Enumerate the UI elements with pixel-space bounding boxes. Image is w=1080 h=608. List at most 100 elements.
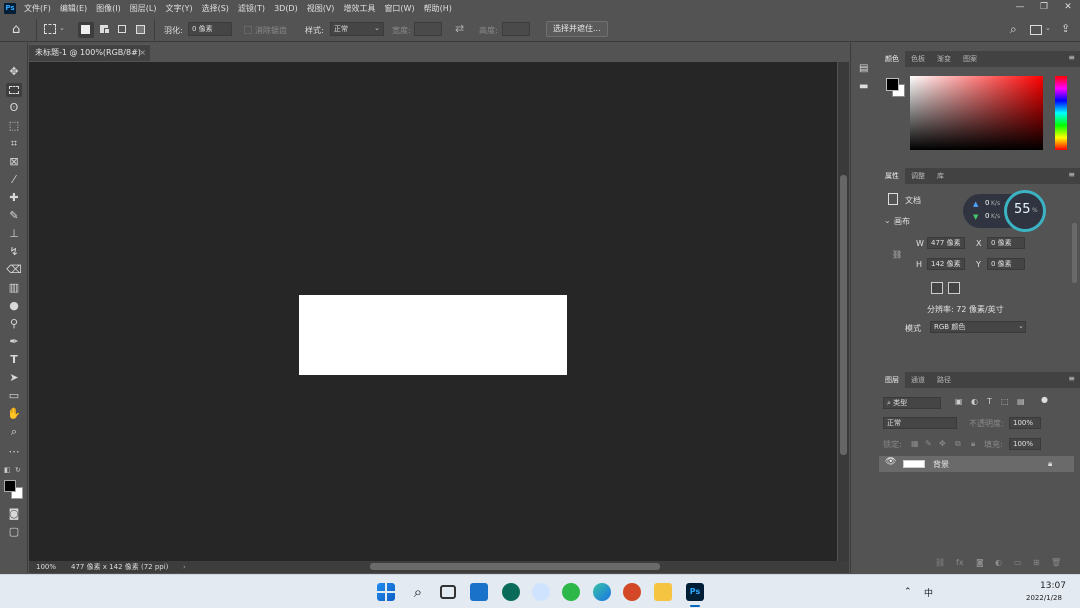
filter-toggle-icon[interactable]: ●: [1041, 395, 1048, 404]
foreground-color-swatch[interactable]: [886, 78, 899, 91]
type-tool-icon[interactable]: T: [6, 353, 22, 367]
share-icon[interactable]: ⇪: [1061, 22, 1070, 35]
search-icon[interactable]: ⌕: [409, 583, 427, 601]
close-tab-icon[interactable]: ×: [139, 45, 146, 61]
tab-color[interactable]: 颜色: [879, 51, 905, 67]
panel-menu-icon[interactable]: ≡: [1068, 170, 1075, 179]
document-tab[interactable]: 未标题-1 @ 100%(RGB/8#) ×: [29, 44, 150, 61]
swap-colors-icon[interactable]: ↻: [15, 466, 21, 474]
brush-tool-icon[interactable]: ✎: [6, 209, 22, 223]
workspace-icon[interactable]: [1030, 25, 1042, 35]
subtract-selection-icon[interactable]: [118, 25, 126, 33]
tab-gradients[interactable]: 渐变: [931, 51, 957, 67]
clock-time[interactable]: 13:07: [1040, 581, 1066, 591]
tab-adjustments[interactable]: 调整: [905, 168, 931, 184]
lock-position-icon[interactable]: ✥: [939, 439, 946, 448]
filter-adjustment-icon[interactable]: ◐: [971, 397, 978, 406]
minimize-icon[interactable]: —: [1008, 0, 1032, 17]
select-and-mask-button[interactable]: 选择并遮住...: [546, 21, 608, 37]
add-mask-icon[interactable]: ◙: [976, 558, 984, 567]
dodge-tool-icon[interactable]: ⚲: [6, 317, 22, 331]
menu-layer[interactable]: 图层(L): [130, 3, 157, 14]
filter-shape-icon[interactable]: ⬚: [1001, 397, 1009, 406]
gradient-tool-icon[interactable]: ▥: [6, 281, 22, 295]
width-input[interactable]: [414, 22, 442, 36]
filter-pixel-icon[interactable]: ▣: [955, 397, 963, 406]
chevron-right-icon[interactable]: ›: [183, 561, 186, 573]
delete-layer-icon[interactable]: 🗑︎: [1051, 558, 1061, 567]
pen-tool-icon[interactable]: ✒: [6, 335, 22, 349]
link-icon[interactable]: ⛓: [892, 250, 902, 259]
fx-icon[interactable]: fx: [956, 558, 964, 567]
vertical-scrollbar-thumb[interactable]: [840, 175, 847, 455]
link-layers-icon[interactable]: ⛓: [935, 558, 945, 567]
filter-type-icon[interactable]: T: [987, 397, 992, 406]
layer-name[interactable]: 背景: [933, 459, 949, 470]
object-selection-tool-icon[interactable]: ⬚: [6, 119, 22, 133]
hue-slider[interactable]: [1055, 76, 1067, 150]
comments-panel-icon[interactable]: ▬: [859, 81, 868, 92]
properties-scrollbar[interactable]: [1072, 223, 1077, 283]
portrait-orientation-icon[interactable]: [931, 282, 943, 294]
tab-paths[interactable]: 路径: [931, 372, 957, 388]
menu-type[interactable]: 文字(Y): [165, 3, 192, 14]
menu-filter[interactable]: 滤镜(T): [238, 3, 265, 14]
app-icon-teal[interactable]: [502, 583, 520, 601]
antialias-checkbox[interactable]: [244, 26, 252, 34]
opacity-input[interactable]: 100%: [1009, 417, 1041, 429]
lock-pixels-icon[interactable]: ▦: [911, 439, 919, 448]
chevron-down-icon[interactable]: ⌄: [884, 216, 891, 225]
lock-icon[interactable]: 🔒︎: [1048, 459, 1052, 469]
layer-row[interactable]: 👁︎ 背景 🔒︎: [879, 456, 1074, 472]
memory-gauge[interactable]: 55 %: [1004, 190, 1046, 232]
x-input[interactable]: 0 像素: [987, 237, 1025, 249]
landscape-orientation-icon[interactable]: [948, 282, 960, 294]
close-icon[interactable]: ✕: [1056, 0, 1080, 17]
y-input[interactable]: 0 像素: [987, 258, 1025, 270]
more-tools-icon[interactable]: ⋯: [6, 445, 22, 459]
new-layer-icon[interactable]: ⊞: [1033, 558, 1040, 567]
home-icon[interactable]: ⌂: [12, 22, 20, 37]
panel-menu-icon[interactable]: ≡: [1068, 53, 1075, 62]
chevron-down-icon[interactable]: ⌄: [1045, 24, 1051, 32]
canvas[interactable]: [299, 295, 567, 375]
horizontal-scrollbar-thumb[interactable]: [370, 563, 660, 570]
healing-brush-tool-icon[interactable]: ✚: [6, 191, 22, 205]
feather-input[interactable]: 0 像素: [188, 22, 232, 36]
powerpoint-icon[interactable]: [623, 583, 641, 601]
lock-paint-icon[interactable]: ✎: [925, 439, 932, 448]
menu-view[interactable]: 视图(V): [307, 3, 335, 14]
tab-channels[interactable]: 通道: [905, 372, 931, 388]
lock-all-icon[interactable]: 🔒︎: [971, 439, 975, 449]
edge-icon[interactable]: [593, 583, 611, 601]
screen-mode-icon[interactable]: ▢: [6, 525, 22, 539]
blend-mode-select[interactable]: 正常: [883, 417, 957, 429]
history-panel-icon[interactable]: ▤: [859, 63, 868, 74]
eraser-tool-icon[interactable]: ⌫: [6, 263, 22, 277]
new-group-icon[interactable]: ▭: [1014, 558, 1022, 567]
width-input[interactable]: 477 像素: [927, 237, 965, 249]
task-view-icon[interactable]: [440, 585, 456, 599]
intersect-selection-icon[interactable]: [136, 25, 145, 34]
layer-filter-select[interactable]: ⌕ 类型: [883, 397, 941, 409]
clone-stamp-tool-icon[interactable]: ⊥: [6, 227, 22, 241]
adjustment-layer-icon[interactable]: ◐: [995, 558, 1002, 567]
tab-swatches[interactable]: 色板: [905, 51, 931, 67]
swap-icon[interactable]: ⇄: [455, 22, 464, 35]
tab-properties[interactable]: 属性: [879, 168, 905, 184]
hand-tool-icon[interactable]: ✋: [6, 407, 22, 421]
zoom-level[interactable]: 100%: [36, 561, 56, 573]
restore-icon[interactable]: ❐: [1032, 0, 1056, 17]
quick-mask-icon[interactable]: ◙: [6, 507, 22, 521]
tab-layers[interactable]: 图层: [879, 372, 905, 388]
lock-artboard-icon[interactable]: ⧉: [955, 439, 961, 449]
menu-plugins[interactable]: 增效工具: [343, 3, 375, 14]
eye-icon[interactable]: 👁︎: [885, 457, 896, 467]
panel-menu-icon[interactable]: ≡: [1068, 374, 1075, 383]
frame-tool-icon[interactable]: ⊠: [6, 155, 22, 169]
crop-tool-icon[interactable]: ⌗: [6, 137, 22, 151]
blur-tool-icon[interactable]: ●: [6, 299, 22, 313]
document-info[interactable]: 477 像素 x 142 像素 (72 ppi): [71, 561, 168, 573]
tab-libraries[interactable]: 库: [931, 168, 950, 184]
zoom-tool-icon[interactable]: ⌕: [6, 425, 22, 439]
